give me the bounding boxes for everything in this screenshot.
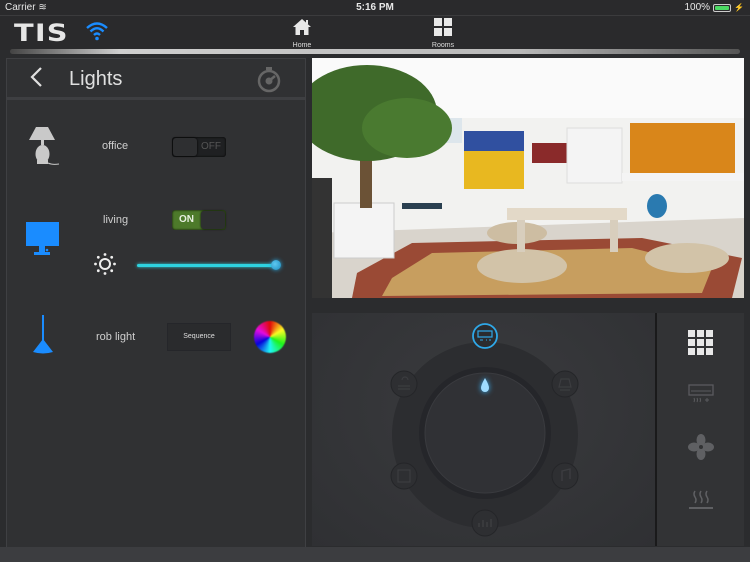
office-toggle[interactable]: OFF <box>172 137 226 157</box>
wifi-icon <box>86 22 108 41</box>
side-fan-button[interactable] <box>657 434 744 465</box>
side-heater-button[interactable] <box>657 489 744 516</box>
timer-button[interactable] <box>255 65 283 98</box>
status-bar: Carrier ≋ 5:16 PM 100% ⚡ <box>0 0 750 15</box>
nav-rooms-label: Rooms <box>431 42 455 49</box>
toggle-state-label: OFF <box>201 141 221 152</box>
mode-ac-button[interactable] <box>472 323 498 349</box>
brightness-icon <box>94 253 116 275</box>
toggle-state-label: ON <box>179 214 194 225</box>
panel-header: Lights <box>7 59 305 100</box>
back-button[interactable] <box>29 66 43 95</box>
tis-logo: TIS <box>14 19 69 47</box>
side-grid-button[interactable] <box>657 330 744 361</box>
monitor-light-icon <box>26 222 59 255</box>
mode-curtains-button[interactable] <box>390 370 418 398</box>
mode-lighting-button[interactable] <box>551 370 579 398</box>
rooms-grid-icon <box>434 18 452 36</box>
bottom-bar <box>0 547 750 562</box>
device-name: office <box>102 140 129 152</box>
brightness-slider[interactable] <box>137 260 281 270</box>
heater-icon <box>688 490 713 509</box>
side-mode-panel <box>657 313 744 546</box>
color-picker-wheel[interactable] <box>254 321 286 353</box>
nav-rooms-button[interactable]: Rooms <box>413 18 473 49</box>
battery-icon <box>713 3 732 12</box>
fan-icon <box>687 434 714 460</box>
ac-icon <box>687 384 714 403</box>
battery-status: 100% ⚡ <box>684 2 744 13</box>
sequence-button[interactable]: Sequence <box>167 323 231 351</box>
grid-icon <box>687 330 713 355</box>
living-toggle[interactable]: ON <box>172 210 226 230</box>
mode-music-button[interactable] <box>551 462 579 490</box>
page-title: Lights <box>69 68 123 90</box>
room-photo <box>312 58 744 298</box>
device-name: living <box>103 214 129 226</box>
mode-dial <box>390 323 579 537</box>
battery-percent: 100% <box>684 2 711 13</box>
mode-dial-panel <box>312 313 657 546</box>
device-name: rob light <box>96 331 136 343</box>
stopwatch-icon <box>257 67 281 93</box>
table-lamp-icon <box>29 127 60 165</box>
mode-equalizer-button[interactable] <box>471 509 499 537</box>
lights-panel: Lights office OFF living ON rob light Se… <box>6 58 306 548</box>
header-divider <box>10 49 740 54</box>
mode-media-button[interactable] <box>390 462 418 490</box>
slider-thumb[interactable] <box>271 260 281 270</box>
top-bar: TIS Home Rooms <box>0 15 750 50</box>
nav-home-label: Home <box>292 42 312 49</box>
nav-home-button[interactable]: Home <box>272 18 332 49</box>
clock: 5:16 PM <box>356 2 394 13</box>
charging-icon: ⚡ <box>734 3 744 12</box>
living-room-image <box>312 58 744 298</box>
side-ac-button[interactable] <box>657 384 744 411</box>
pendant-lamp-icon <box>33 315 53 354</box>
home-icon <box>293 19 311 35</box>
chevron-left-icon <box>30 67 42 87</box>
